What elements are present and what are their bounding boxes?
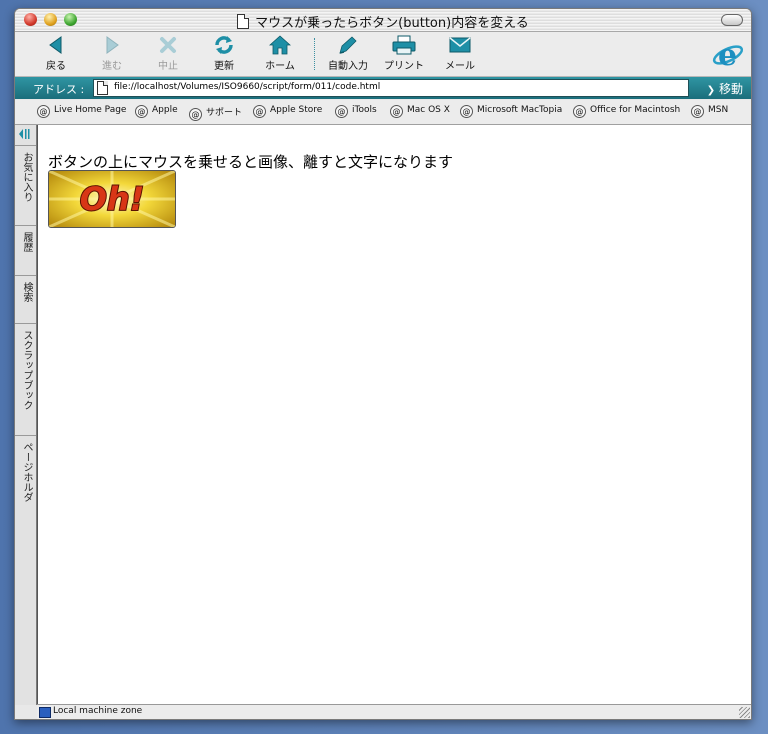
page-document-icon — [97, 81, 108, 95]
security-zone-icon — [39, 707, 51, 718]
favorite-item[interactable]: @ Mac OS X — [390, 105, 450, 118]
sidebar-tab-label: 検索 — [21, 282, 32, 302]
favorites-bar: @ Live Home Page @ Apple @ サポート @ Apple Stor… — [15, 100, 751, 125]
favorite-label: MSN — [708, 105, 729, 115]
go-label: 移動 — [718, 82, 743, 96]
back-arrow-icon — [49, 36, 62, 54]
favorite-label: Office for Macintosh — [590, 105, 681, 115]
at-link-icon: @ — [37, 105, 50, 118]
favorite-item[interactable]: @ Apple — [135, 105, 178, 118]
sidebar-tab-label: お気に入り — [21, 152, 32, 202]
favorite-label: Mac OS X — [407, 105, 450, 115]
sidebar-tab-history[interactable]: 履歴 — [15, 225, 36, 270]
title-bar[interactable]: マウスが乗ったらボタン(button)内容を変える — [15, 9, 751, 32]
printer-icon — [392, 35, 416, 55]
page-heading: ボタンの上にマウスを乗せると画像、離すと文字になります — [48, 153, 454, 171]
autofill-pen-icon — [339, 36, 357, 54]
address-url: file://localhost/Volumes/ISO9660/script/… — [114, 82, 381, 92]
favorite-item[interactable]: @ Apple Store — [253, 105, 322, 118]
explorer-sidebar: お気に入り 履歴 検索 スクラップブック ページホルダ — [15, 125, 37, 705]
stop-label: 中止 — [158, 61, 178, 72]
oh-image-button[interactable]: Oh! — [48, 170, 176, 228]
sidebar-toggle-icon[interactable] — [18, 128, 32, 140]
autofill-label: 自動入力 — [328, 61, 368, 72]
favorite-item[interactable]: @ iTools — [335, 105, 377, 118]
document-icon — [237, 14, 250, 29]
home-label: ホーム — [265, 61, 295, 72]
address-label: アドレス : — [33, 83, 85, 96]
at-link-icon: @ — [390, 105, 403, 118]
favorite-item[interactable]: @ MSN — [691, 105, 728, 118]
oh-button-image: Oh! — [49, 171, 175, 227]
favorite-label: Microsoft MacTopia — [477, 105, 563, 115]
stop-button[interactable]: 中止 — [141, 34, 195, 74]
window-title: マウスが乗ったらボタン(button)内容を変える — [255, 16, 529, 31]
forward-arrow-icon — [106, 36, 119, 54]
address-field[interactable]: file://localhost/Volumes/ISO9660/script/… — [93, 79, 689, 97]
at-link-icon: @ — [573, 105, 586, 118]
sidebar-tab-label: ページホルダ — [21, 442, 32, 502]
favorite-item[interactable]: @ サポート — [189, 105, 242, 121]
print-label: プリント — [384, 61, 424, 72]
at-link-icon: @ — [335, 105, 348, 118]
favorite-item[interactable]: @ Live Home Page — [37, 105, 126, 118]
autofill-button[interactable]: 自動入力 — [321, 34, 375, 74]
window-title-wrap: マウスが乗ったらボタン(button)内容を変える — [15, 12, 751, 31]
favorite-label: Apple Store — [270, 105, 323, 115]
security-zone-text: Local machine zone — [53, 706, 143, 716]
page-content: ボタンの上にマウスを乗せると画像、離すと文字になります Oh! — [37, 125, 751, 705]
toolbar: 戻る 進む 中止 更新 ホーム 自動入力 プリント メール e — [15, 32, 751, 77]
stop-x-icon — [160, 37, 176, 53]
sidebar-tab-search[interactable]: 検索 — [15, 275, 36, 320]
favorite-item[interactable]: @ Office for Macintosh — [573, 105, 680, 118]
sidebar-tab-label: スクラップブック — [21, 330, 32, 410]
sidebar-tab-page-holder[interactable]: ページホルダ — [15, 435, 36, 516]
refresh-icon — [215, 36, 233, 54]
resize-grip-icon[interactable] — [739, 707, 750, 718]
home-icon — [269, 35, 291, 55]
favorite-label: サポート — [206, 108, 243, 118]
at-link-icon: @ — [253, 105, 266, 118]
oh-button-image-text: Oh! — [80, 180, 145, 218]
at-link-icon: @ — [189, 108, 202, 121]
sidebar-tab-scrapbook[interactable]: スクラップブック — [15, 323, 36, 424]
go-button[interactable]: ❯ 移動 — [707, 80, 743, 97]
back-label: 戻る — [46, 61, 66, 72]
refresh-label: 更新 — [214, 61, 234, 72]
back-button[interactable]: 戻る — [29, 34, 83, 74]
print-button[interactable]: プリント — [377, 34, 431, 74]
toolbar-toggle-button[interactable] — [721, 14, 743, 26]
browser-window: マウスが乗ったらボタン(button)内容を変える 戻る 進む 中止 更新 ホー… — [14, 8, 752, 720]
at-link-icon: @ — [135, 105, 148, 118]
mail-envelope-icon — [449, 37, 471, 53]
favorite-label: Live Home Page — [54, 105, 127, 115]
sidebar-tab-label: 履歴 — [21, 232, 32, 252]
go-arrow-icon: ❯ — [706, 85, 716, 96]
forward-label: 進む — [102, 61, 122, 72]
status-bar: Local machine zone — [37, 704, 751, 719]
favorite-label: Apple — [152, 105, 178, 115]
mail-label: メール — [445, 61, 475, 72]
home-button[interactable]: ホーム — [253, 34, 307, 74]
refresh-button[interactable]: 更新 — [197, 34, 251, 74]
address-bar: アドレス : file://localhost/Volumes/ISO9660/… — [15, 77, 751, 99]
at-link-icon: @ — [460, 105, 473, 118]
mail-button[interactable]: メール — [433, 34, 487, 74]
favorite-label: iTools — [352, 105, 377, 115]
favorite-item[interactable]: @ Microsoft MacTopia — [460, 105, 562, 118]
sidebar-tab-favorites[interactable]: お気に入り — [15, 145, 36, 218]
svg-text:e: e — [718, 38, 737, 71]
forward-button[interactable]: 進む — [85, 34, 139, 74]
internet-explorer-logo-icon: e — [712, 38, 744, 71]
toolbar-separator — [314, 38, 315, 70]
at-link-icon: @ — [691, 105, 704, 118]
